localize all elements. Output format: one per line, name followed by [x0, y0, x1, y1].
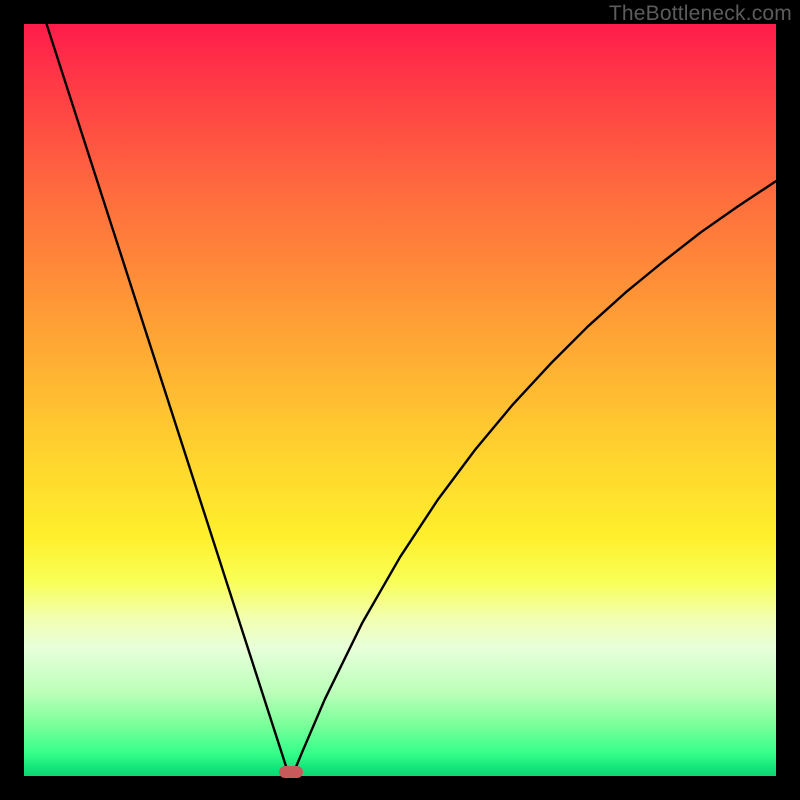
bottleneck-curve-path: [47, 24, 776, 770]
watermark-text: TheBottleneck.com: [609, 2, 792, 26]
bottleneck-minimum-marker: [279, 766, 303, 778]
chart-frame: TheBottleneck.com: [0, 0, 800, 800]
bottleneck-curve: [24, 24, 776, 776]
chart-plot-area: [24, 24, 776, 776]
